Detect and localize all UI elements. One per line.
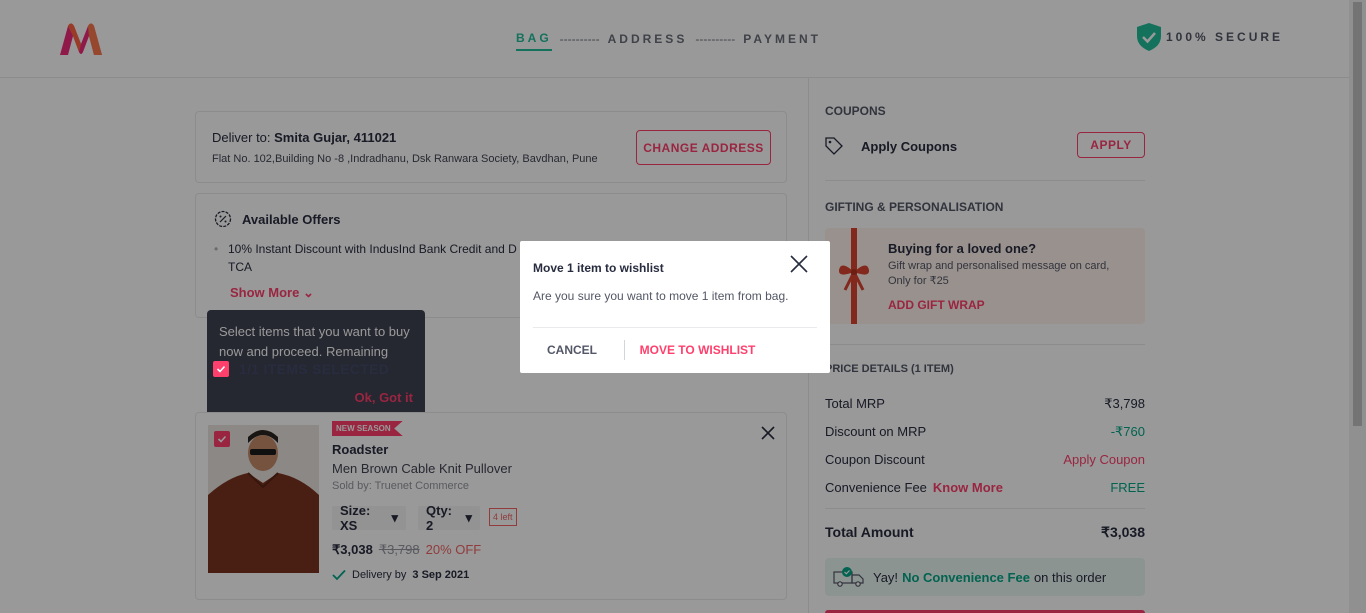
dialog-message: Are you sure you want to move 1 item fro… <box>533 289 789 303</box>
check-icon <box>216 365 226 373</box>
move-to-wishlist-dialog: Move 1 item to wishlist Are you sure you… <box>520 241 830 373</box>
cancel-button[interactable]: CANCEL <box>520 343 624 357</box>
items-selected-label: 1/1 ITEMS SELECTED <box>239 361 390 377</box>
items-selected-row: 1/1 ITEMS SELECTED <box>213 361 389 377</box>
move-to-wishlist-button[interactable]: MOVE TO WISHLIST <box>625 343 830 357</box>
select-all-checkbox[interactable] <box>213 361 229 377</box>
dialog-actions: CANCEL MOVE TO WISHLIST <box>520 327 830 373</box>
close-icon[interactable] <box>790 255 808 273</box>
dialog-title: Move 1 item to wishlist <box>533 261 664 275</box>
